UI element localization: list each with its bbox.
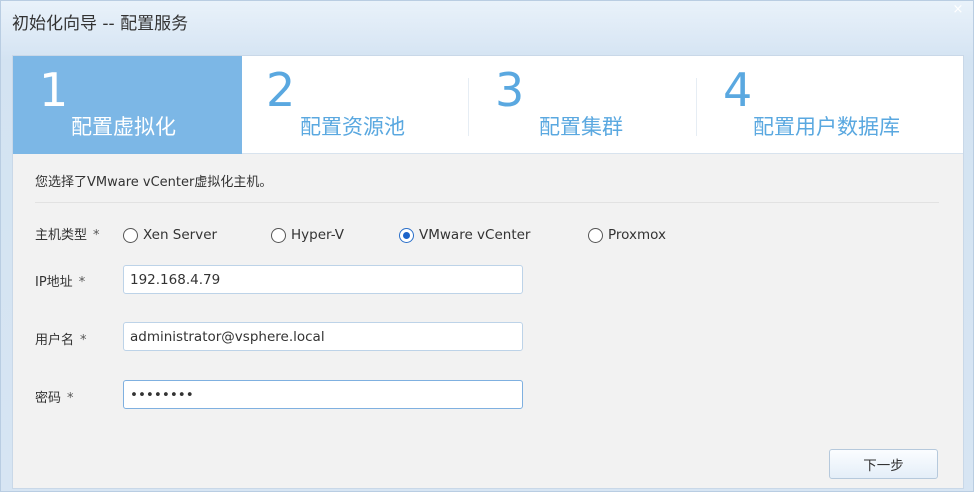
step-1: 1 配置虚拟化 [13, 56, 242, 154]
password-label-text: 密码 [35, 391, 62, 406]
step-3-label: 配置集群 [539, 115, 623, 139]
password-input[interactable] [123, 380, 523, 409]
required-mark: * [67, 391, 74, 406]
radio-vmware-vcenter[interactable]: VMware vCenter [399, 226, 530, 244]
step-2-number: 2 [266, 63, 296, 117]
title-bar[interactable]: 初始化向导 -- 配置服务 × [1, 1, 973, 41]
step-4-label: 配置用户数据库 [753, 115, 900, 139]
radio-vmware-vcenter-label: VMware vCenter [419, 227, 531, 243]
step-3-number: 3 [495, 63, 525, 117]
separator [35, 202, 939, 203]
radio-proxmox-label: Proxmox [608, 227, 666, 243]
radio-hyper-v-label: Hyper-V [291, 227, 345, 243]
step-1-label: 配置虚拟化 [71, 115, 176, 139]
username-input[interactable] [123, 322, 523, 351]
step-3: 3 配置集群 [469, 56, 696, 154]
wizard-dialog: 初始化向导 -- 配置服务 × 1 配置虚拟化 2 配置资源池 3 配置集群 4… [0, 0, 974, 492]
username-label-text: 用户名 [35, 333, 75, 348]
required-mark: * [78, 275, 86, 290]
step-2: 2 配置资源池 [242, 56, 469, 154]
window-title: 初始化向导 -- 配置服务 [12, 14, 189, 34]
wizard-panel: 1 配置虚拟化 2 配置资源池 3 配置集群 4 配置用户数据库 您选择了VMw… [12, 55, 964, 489]
step-4-number: 4 [723, 63, 753, 117]
radio-proxmox-dot[interactable] [588, 227, 603, 243]
host-type-label: 主机类型 * [35, 224, 100, 243]
password-label: 密码 * [35, 387, 74, 406]
radio-xen-server[interactable]: Xen Server [123, 226, 217, 244]
step-bar: 1 配置虚拟化 2 配置资源池 3 配置集群 4 配置用户数据库 [13, 56, 963, 154]
radio-vmware-vcenter-dot[interactable] [399, 227, 414, 243]
step-2-label: 配置资源池 [300, 115, 405, 139]
host-type-label-text: 主机类型 [35, 228, 88, 243]
ip-address-input[interactable] [123, 265, 523, 294]
next-step-button[interactable]: 下一步 [829, 449, 938, 479]
ip-label-text: IP地址 [35, 275, 73, 290]
radio-xen-server-dot[interactable] [123, 227, 138, 243]
radio-proxmox[interactable]: Proxmox [588, 226, 666, 244]
radio-hyper-v[interactable]: Hyper-V [271, 226, 344, 244]
username-label: 用户名 * [35, 329, 87, 348]
required-mark: * [80, 333, 87, 348]
radio-xen-server-label: Xen Server [143, 227, 218, 243]
step-4: 4 配置用户数据库 [697, 56, 963, 154]
radio-hyper-v-dot[interactable] [271, 227, 286, 243]
step-1-number: 1 [39, 63, 69, 117]
required-mark: * [93, 228, 100, 243]
close-icon[interactable]: × [951, 3, 965, 17]
intro-text: 您选择了VMware vCenter虚拟化主机。 [35, 175, 273, 190]
ip-label: IP地址 * [35, 271, 85, 290]
